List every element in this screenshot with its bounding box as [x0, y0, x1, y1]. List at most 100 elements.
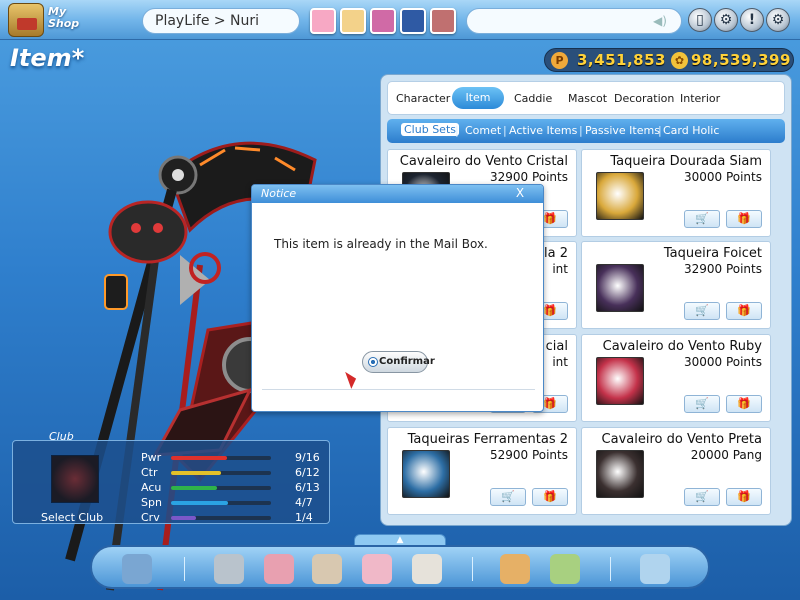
points-value: 3,451,853: [577, 51, 666, 69]
scratch-icon[interactable]: [264, 554, 294, 584]
buy-cart-button[interactable]: 🛒: [684, 488, 720, 506]
item-card[interactable]: Cavaleiro do Vento Preta 20000 Pang 🛒 🎁: [581, 427, 771, 515]
item-card[interactable]: Taqueira Dourada Siam 30000 Points 🛒 🎁: [581, 149, 771, 237]
tab-interior[interactable]: Interior: [680, 90, 720, 107]
item-thumbnail[interactable]: [402, 450, 450, 498]
dock-separator: [610, 557, 611, 581]
avatar[interactable]: [370, 8, 396, 34]
club-thumbnail[interactable]: [51, 455, 99, 503]
buy-cart-button[interactable]: 🛒: [490, 488, 526, 506]
clubhouse-icon[interactable]: [214, 554, 244, 584]
stat-value: 1/4: [295, 511, 313, 524]
card-icon[interactable]: [312, 554, 342, 584]
notice-title: Notice: [261, 187, 297, 200]
avatar[interactable]: [400, 8, 426, 34]
breadcrumb: PlayLife > Nuri: [142, 8, 300, 34]
subcategory-bar: Club Sets | Comet | Active Items | Passi…: [387, 119, 785, 143]
item-name: Cavaleiro do Vento Ruby: [602, 339, 762, 354]
points-coin-icon: P: [551, 52, 568, 69]
bottom-dock: [90, 545, 710, 589]
info-icon[interactable]: !: [740, 8, 764, 32]
subtab-card-holic[interactable]: Card Holic: [663, 124, 719, 137]
gift-button[interactable]: 🎁: [726, 210, 762, 228]
item-thumbnail[interactable]: [596, 357, 644, 405]
confirm-label: Confirmar: [379, 356, 435, 367]
stat-name: Crv: [141, 511, 160, 524]
select-club-button[interactable]: Select Club: [41, 511, 103, 524]
item-thumbnail[interactable]: [596, 264, 644, 312]
category-bar: Character Item Caddie Mascot Decoration …: [387, 81, 785, 115]
music-icon[interactable]: [122, 554, 152, 584]
avatar[interactable]: [340, 8, 366, 34]
item-name: cial: [545, 339, 568, 354]
currency-bar: P 3,451,853 ✿ 98,539,399: [544, 48, 794, 72]
stat-row-pwr: Pwr 9/16: [135, 451, 325, 465]
user-settings-icon[interactable]: ⚙: [714, 8, 738, 32]
item-price: int: [552, 262, 568, 276]
stat-fill: [171, 471, 221, 475]
item-name: Cavaleiro do Vento Preta: [601, 432, 762, 447]
stat-name: Pwr: [141, 451, 162, 464]
gift-button[interactable]: 🎁: [726, 395, 762, 413]
gift-button[interactable]: 🎁: [726, 488, 762, 506]
notice-dialog: Notice X This item is already in the Mai…: [251, 184, 544, 412]
tab-decoration[interactable]: Decoration: [614, 90, 674, 107]
item-card[interactable]: Taqueira Foicet 32900 Points 🛒 🎁: [581, 241, 771, 329]
buy-cart-button[interactable]: 🛒: [684, 395, 720, 413]
search-box[interactable]: ◀): [466, 8, 682, 34]
gear-icon[interactable]: ⚙: [766, 8, 790, 32]
tab-caddie[interactable]: Caddie: [514, 90, 552, 107]
stat-value: 6/12: [295, 466, 320, 479]
avatar[interactable]: [430, 8, 456, 34]
pet-icon[interactable]: [640, 554, 670, 584]
club-panel-title: Club: [49, 430, 74, 443]
notice-message: This item is already in the Mail Box.: [274, 237, 488, 251]
top-bar: My Shop PlayLife > Nuri ◀) ▯ ⚙ ! ⚙: [0, 0, 800, 40]
item-name: Taqueiras Ferramentas 2: [407, 432, 568, 447]
item-thumbnail[interactable]: [596, 450, 644, 498]
item-price: 52900 Points: [489, 448, 568, 462]
shop-logo-icon[interactable]: [8, 3, 44, 37]
house-icon[interactable]: [500, 554, 530, 584]
pang-coin-icon: ✿: [671, 52, 688, 69]
tab-character[interactable]: Character: [396, 90, 450, 107]
notice-header: Notice X: [252, 185, 543, 203]
puzzle-icon[interactable]: [412, 554, 442, 584]
subtab-club-sets[interactable]: Club Sets: [401, 123, 459, 136]
stat-row-ctr: Ctr 6/12: [135, 466, 325, 480]
stat-row-acu: Acu 6/13: [135, 481, 325, 495]
gift-button[interactable]: 🎁: [532, 488, 568, 506]
stat-bar: [171, 501, 271, 505]
gift-button[interactable]: 🎁: [726, 302, 762, 320]
mail-icon[interactable]: [362, 554, 392, 584]
buy-cart-button[interactable]: 🛒: [684, 302, 720, 320]
subtab-passive-items[interactable]: Passive Items: [585, 124, 660, 137]
subtab-comet[interactable]: Comet: [465, 124, 501, 137]
close-icon[interactable]: X: [513, 186, 527, 200]
item-price: 30000 Points: [683, 170, 762, 184]
confirm-button[interactable]: Confirmar: [362, 351, 435, 373]
stat-fill: [171, 516, 196, 520]
tab-mascot[interactable]: Mascot: [568, 90, 607, 107]
trade-icon[interactable]: [550, 554, 580, 584]
item-name: la 2: [544, 246, 568, 261]
subtab-separator: |: [503, 124, 507, 137]
stat-bar: [171, 486, 271, 490]
page-title: Item*: [10, 44, 85, 72]
item-card[interactable]: Cavaleiro do Vento Ruby 30000 Points 🛒 🎁: [581, 334, 771, 422]
search-input[interactable]: [477, 10, 657, 32]
item-thumbnail[interactable]: [596, 172, 644, 220]
phone-icon[interactable]: ▯: [688, 8, 712, 32]
item-price: int: [552, 355, 568, 369]
item-name: Taqueira Foicet: [663, 246, 762, 261]
avatar[interactable]: [310, 8, 336, 34]
stat-bar: [171, 456, 271, 460]
stat-bar: [171, 471, 271, 475]
buy-cart-button[interactable]: 🛒: [684, 210, 720, 228]
subtab-active-items[interactable]: Active Items: [509, 124, 577, 137]
stat-bar: [171, 516, 271, 520]
speaker-icon[interactable]: ◀): [653, 14, 671, 28]
myshop-button[interactable]: My Shop: [48, 6, 84, 36]
item-card[interactable]: Taqueiras Ferramentas 2 52900 Points 🛒 🎁: [387, 427, 577, 515]
tab-item[interactable]: Item: [452, 87, 504, 109]
